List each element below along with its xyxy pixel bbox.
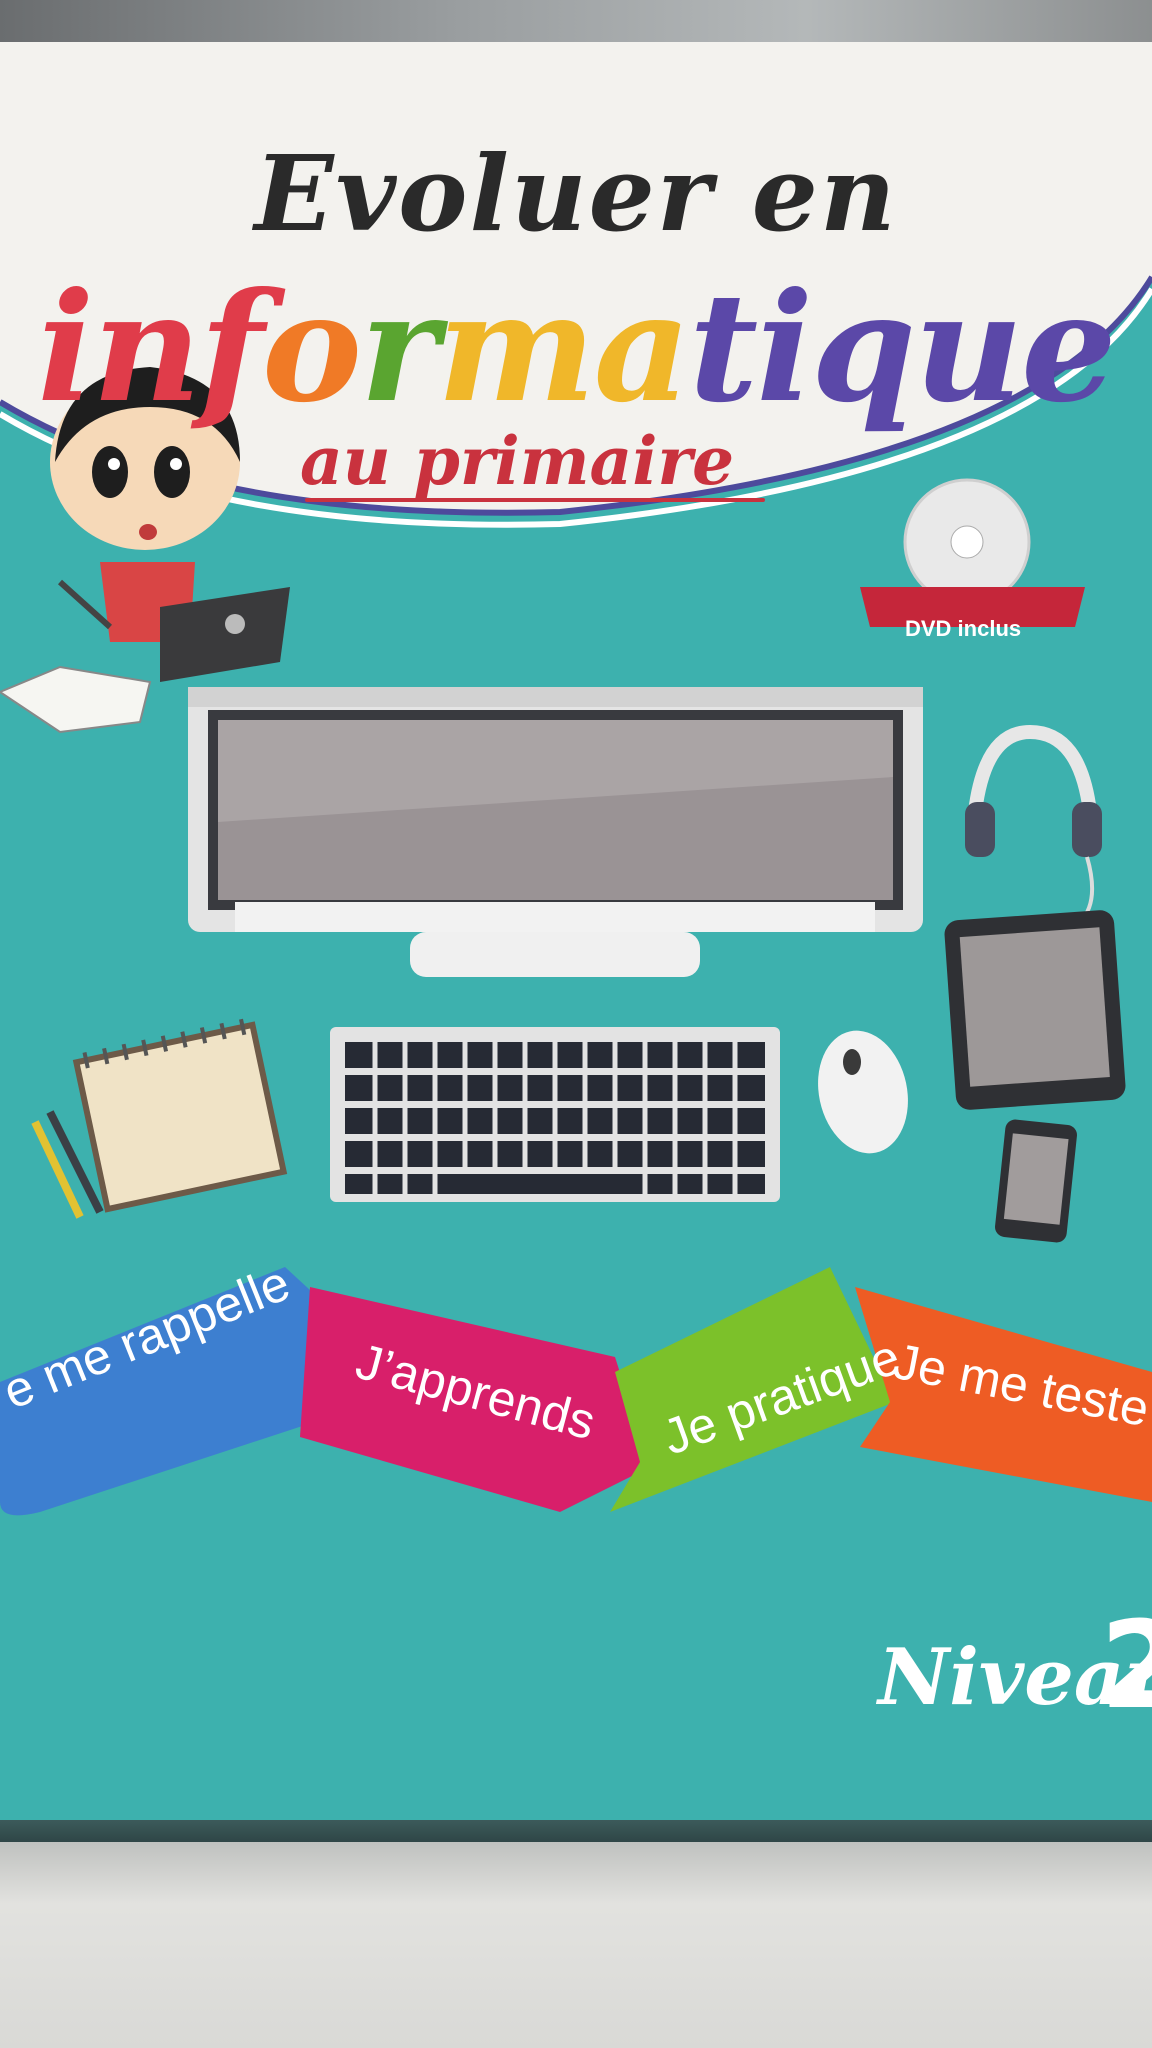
title-letter: r: [360, 260, 439, 436]
floor-background: [0, 1842, 1152, 2048]
title-letter: f: [199, 260, 264, 436]
title-letter: m: [437, 260, 596, 436]
title-letter: i: [756, 260, 813, 436]
level-number: 2: [1100, 1597, 1152, 1736]
dvd-badge-label: DVD inclus: [905, 616, 1022, 641]
keyboard: [330, 1027, 780, 1202]
title-letter: t: [688, 260, 758, 436]
title-letter: q: [811, 260, 916, 436]
dvd-badge: [860, 478, 1085, 627]
title-letter: i: [37, 260, 94, 436]
title-letter: e: [1021, 260, 1116, 436]
title-letter: n: [92, 260, 201, 436]
notepad: [31, 1018, 288, 1219]
headphones: [965, 724, 1102, 924]
title-line-1: Evoluer en: [254, 132, 898, 255]
title-letter: u: [914, 260, 1023, 436]
smartphone: [995, 1119, 1077, 1243]
subtitle-underline: [305, 498, 765, 502]
title-colored-word: informatique: [0, 260, 1152, 436]
mouse: [818, 1030, 908, 1154]
monitor: [188, 687, 923, 977]
title-letter: a: [593, 260, 691, 436]
title-letter: o: [261, 260, 362, 436]
subtitle: au primaire: [300, 422, 735, 500]
book-cover: Evoluer en informatique au primaire DVD …: [0, 42, 1152, 1842]
tablet: [944, 910, 1126, 1110]
